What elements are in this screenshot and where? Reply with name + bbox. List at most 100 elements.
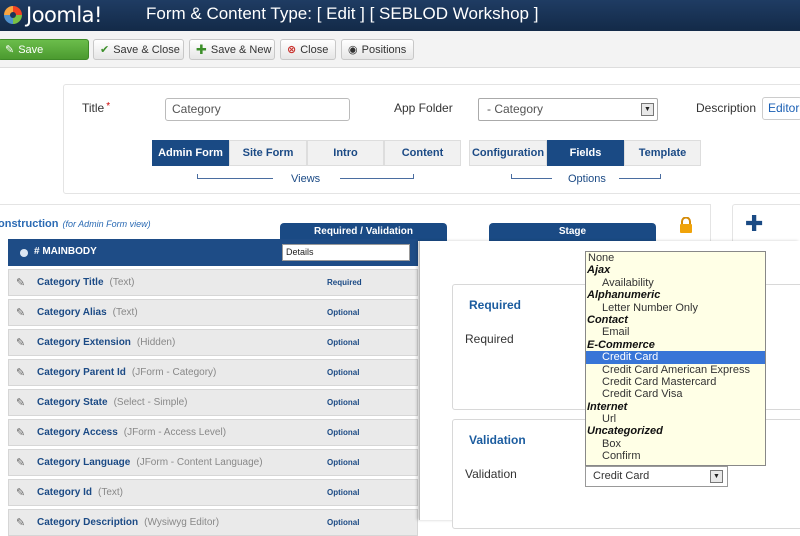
add-field-icon[interactable]: ✚ — [745, 213, 763, 235]
logo-text: Joomla! — [26, 3, 102, 27]
tab-configuration[interactable]: Configuration — [469, 140, 547, 166]
dropdown-option[interactable]: Credit Card American Express — [586, 364, 765, 376]
dropdown-option[interactable]: Box — [586, 438, 765, 450]
field-row[interactable]: ✎ Category State (Select - Simple) Optional — [8, 389, 418, 416]
pencil-icon[interactable]: ✎ — [16, 396, 25, 409]
field-type: (Text) — [98, 487, 124, 498]
dropdown-option[interactable]: Credit Card Visa — [586, 388, 765, 400]
field-name-label: Category Alias — [37, 307, 107, 318]
chevron-down-icon: ▼ — [710, 470, 723, 483]
lock-icon[interactable] — [679, 217, 693, 233]
field-status[interactable]: Optional — [327, 368, 359, 377]
field-status[interactable]: Optional — [327, 518, 359, 527]
pencil-icon[interactable]: ✎ — [16, 336, 25, 349]
mainbody-label: # MAINBODY — [34, 246, 97, 257]
pencil-icon[interactable]: ✎ — [16, 486, 25, 499]
app-folder-label: App Folder — [394, 101, 453, 115]
edit-icon: ✎ — [5, 44, 15, 56]
dropdown-option[interactable]: Url — [586, 413, 765, 425]
field-status[interactable]: Optional — [327, 488, 359, 497]
tab-fields[interactable]: Fields — [547, 140, 624, 166]
dropdown-option[interactable]: None — [586, 252, 765, 264]
dropdown-option[interactable]: Credit Card Mastercard — [586, 376, 765, 388]
options-group-tick — [511, 174, 512, 179]
field-status[interactable]: Optional — [327, 308, 359, 317]
check-icon: ✔ — [100, 44, 110, 56]
views-group-line — [340, 178, 414, 179]
field-row[interactable]: ✎ Category Language (JForm - Content Langu… — [8, 449, 418, 476]
dropdown-option[interactable]: Letter Number Only — [586, 302, 765, 314]
field-type: (JForm - Content Language) — [136, 457, 263, 468]
validation-select[interactable]: Credit Card ▼ — [585, 466, 728, 487]
joomla-logo-icon — [4, 6, 22, 24]
app-folder-select[interactable]: - Category ▼ — [478, 98, 658, 121]
pencil-icon[interactable]: ✎ — [16, 516, 25, 529]
field-type: (Text) — [109, 277, 135, 288]
app-folder-value: - Category — [487, 102, 544, 116]
field-name-label: Category Access — [37, 427, 118, 438]
validation-title: Validation — [469, 433, 526, 447]
tab-intro[interactable]: Intro — [307, 140, 384, 166]
options-group-tick — [660, 174, 661, 179]
field-name: Category Extension (Hidden) — [37, 337, 175, 348]
field-status[interactable]: Optional — [327, 458, 359, 467]
save-new-button[interactable]: ✚ Save & New — [189, 39, 275, 60]
field-type: (Wysiwyg Editor) — [144, 517, 220, 528]
field-name: Category Description (Wysiwyg Editor) — [37, 517, 219, 528]
field-row[interactable]: ✎ Category Description (Wysiwyg Editor) Opt… — [8, 509, 418, 536]
pencil-icon[interactable]: ✎ — [16, 456, 25, 469]
field-row[interactable]: ✎ Category Extension (Hidden) Optional — [8, 329, 418, 356]
tab-site-form[interactable]: Site Form — [229, 140, 307, 166]
save-close-button[interactable]: ✔ Save & Close — [93, 39, 184, 60]
field-status[interactable]: Optional — [327, 398, 359, 407]
editor-button[interactable]: Editor — [762, 97, 800, 120]
field-row[interactable]: ✎ Category Alias (Text) Optional — [8, 299, 418, 326]
dropdown-option[interactable]: Credit Card — [586, 351, 765, 364]
details-select[interactable]: Details — [282, 244, 410, 261]
field-status[interactable]: Optional — [327, 338, 359, 347]
title-input[interactable]: Category — [165, 98, 350, 121]
field-name-label: Category Description — [37, 517, 139, 528]
tab-admin-form[interactable]: Admin Form — [152, 140, 229, 166]
joomla-logo[interactable]: Joomla! — [4, 2, 102, 28]
validation-dropdown-list[interactable]: None Ajax Availability Alphanumeric Letter N… — [585, 251, 766, 466]
save-button[interactable]: ✎ Save — [0, 39, 89, 60]
field-row[interactable]: ✎ Category Access (JForm - Access Level) Op… — [8, 419, 418, 446]
required-label: Required — [465, 332, 514, 346]
field-row[interactable]: ✎ Category Id (Text) Optional — [8, 479, 418, 506]
toolbar: ✎ Save ✔ Save & Close ✚ Save & New ⊗ Clo… — [0, 31, 800, 68]
stage-header: Stage — [489, 223, 656, 241]
field-name: Category Alias (Text) — [37, 307, 138, 318]
pencil-icon[interactable]: ✎ — [16, 366, 25, 379]
dropdown-option[interactable]: Email — [586, 326, 765, 338]
dropdown-option[interactable]: Availability — [586, 277, 765, 289]
eye-icon: ◉ — [348, 44, 358, 56]
admin-header: Joomla! Form & Content Type: [ Edit ] [ … — [0, 0, 800, 31]
position-dot-icon — [20, 249, 28, 257]
field-type: (Hidden) — [136, 337, 176, 348]
tab-content[interactable]: Content — [384, 140, 461, 166]
close-button[interactable]: ⊗ Close — [280, 39, 336, 60]
field-row[interactable]: ✎ Category Parent Id (JForm - Category) Opt… — [8, 359, 418, 386]
required-title: Required — [469, 298, 522, 312]
save-button-label: Save — [18, 43, 44, 56]
chevron-down-icon: ▼ — [641, 103, 654, 116]
field-status[interactable]: Optional — [327, 428, 359, 437]
positions-button[interactable]: ◉ Positions — [341, 39, 414, 60]
views-label: Views — [291, 173, 321, 185]
dropdown-option[interactable]: Confirm — [586, 450, 765, 462]
option-group-label: E-Commerce — [587, 338, 655, 351]
page-title: Form & Content Type: [ Edit ] [ SEBLOD W… — [146, 4, 539, 23]
field-row[interactable]: ✎ Category Title (Text) Required — [8, 269, 418, 296]
close-label: Close — [300, 43, 329, 56]
pencil-icon[interactable]: ✎ — [16, 426, 25, 439]
pencil-icon[interactable]: ✎ — [16, 276, 25, 289]
field-name: Category Language (JForm - Content Langua… — [37, 457, 263, 468]
tab-template[interactable]: Template — [624, 140, 701, 166]
pencil-icon[interactable]: ✎ — [16, 306, 25, 319]
option-group-label: Alphanumeric — [587, 289, 661, 302]
field-status[interactable]: Required — [327, 278, 362, 287]
views-group-tick — [197, 174, 198, 179]
field-type: (JForm - Access Level) — [123, 427, 227, 438]
field-name-label: Category Language — [37, 457, 131, 468]
